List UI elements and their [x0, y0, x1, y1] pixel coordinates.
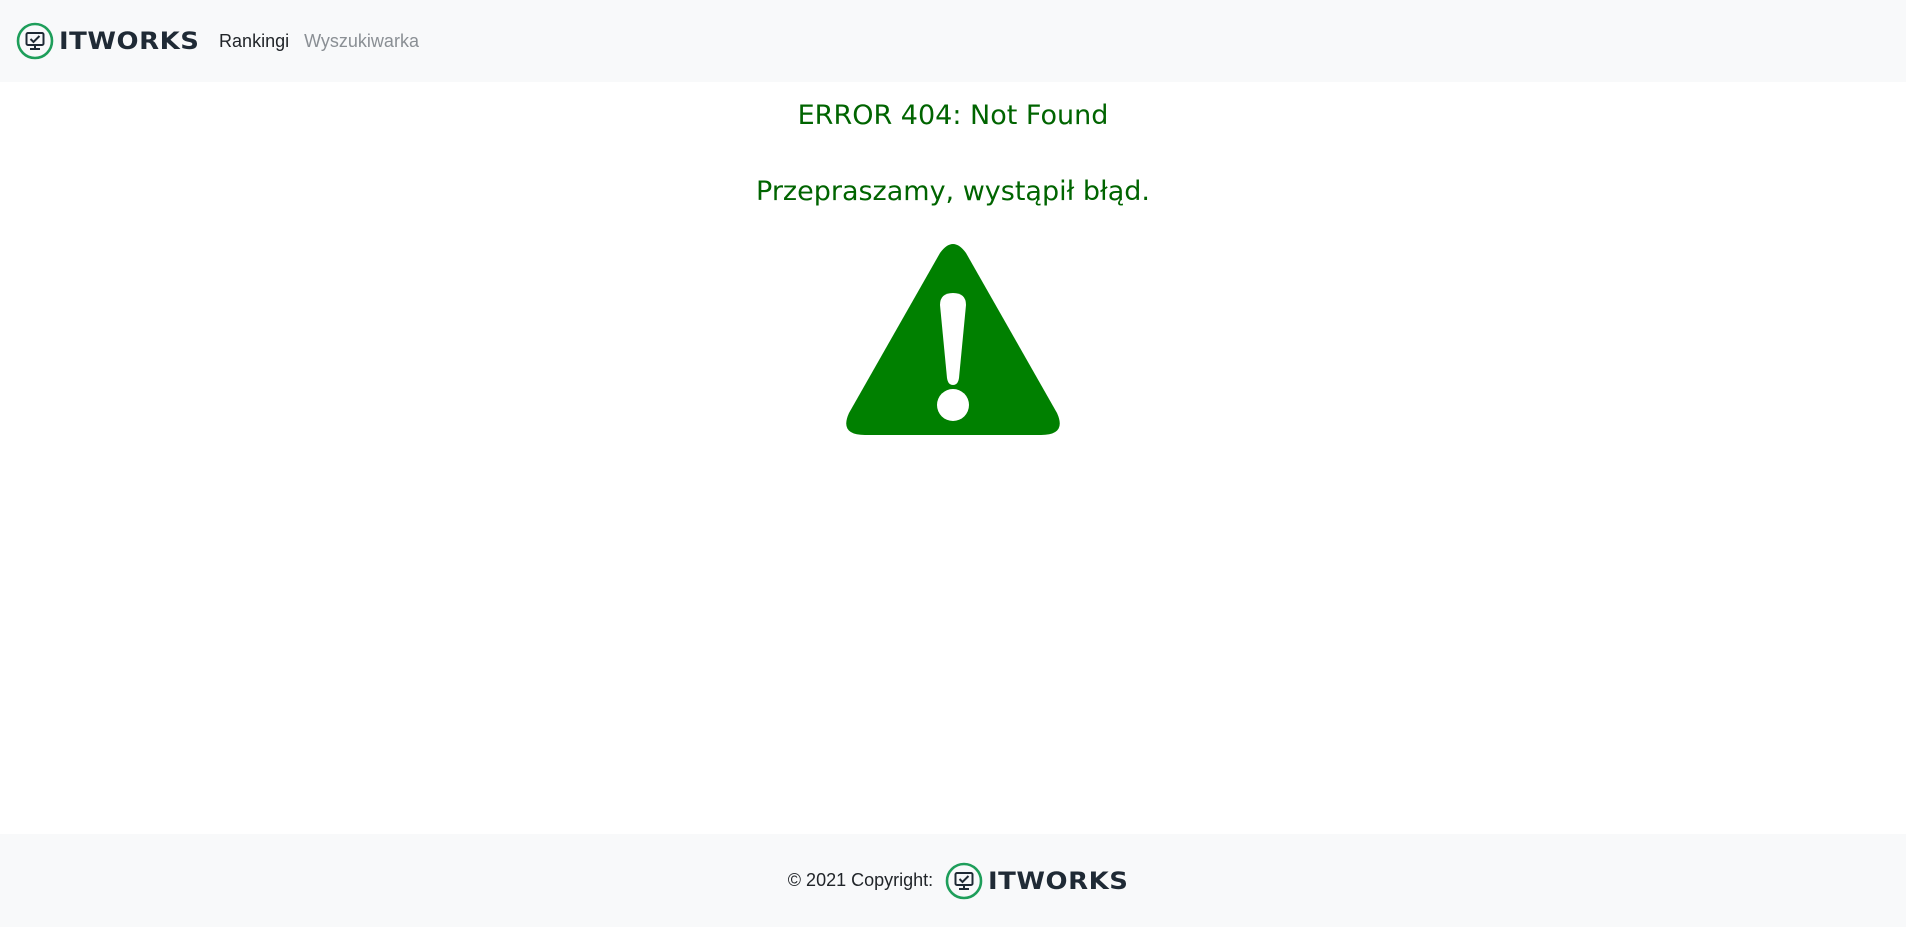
warning-triangle-icon: [846, 244, 1060, 435]
monitor-logo-icon: [945, 862, 983, 899]
brand-logo-link[interactable]: ITWORKS: [16, 22, 199, 60]
monitor-logo-icon: [16, 22, 54, 60]
brand-name: ITWORKS: [59, 27, 200, 55]
nav-links: Rankingi Wyszukiwarka: [219, 31, 434, 52]
copyright-text: © 2021 Copyright:: [787, 870, 934, 890]
error-title: ERROR 404: Not Found: [797, 100, 1109, 131]
page-footer: © 2021 Copyright: ITWORKS: [0, 834, 1906, 927]
top-navbar: ITWORKS Rankingi Wyszukiwarka: [0, 0, 1906, 82]
error-message: Przepraszamy, wystąpił błąd.: [756, 176, 1150, 207]
footer-brand-logo[interactable]: ITWORKS: [945, 862, 1128, 900]
nav-link-rankingi[interactable]: Rankingi: [219, 31, 289, 52]
footer-brand-name: ITWORKS: [988, 866, 1129, 895]
nav-link-wyszukiwarka[interactable]: Wyszukiwarka: [304, 31, 419, 52]
error-content: ERROR 404: Not Found Przepraszamy, wystą…: [0, 82, 1906, 834]
